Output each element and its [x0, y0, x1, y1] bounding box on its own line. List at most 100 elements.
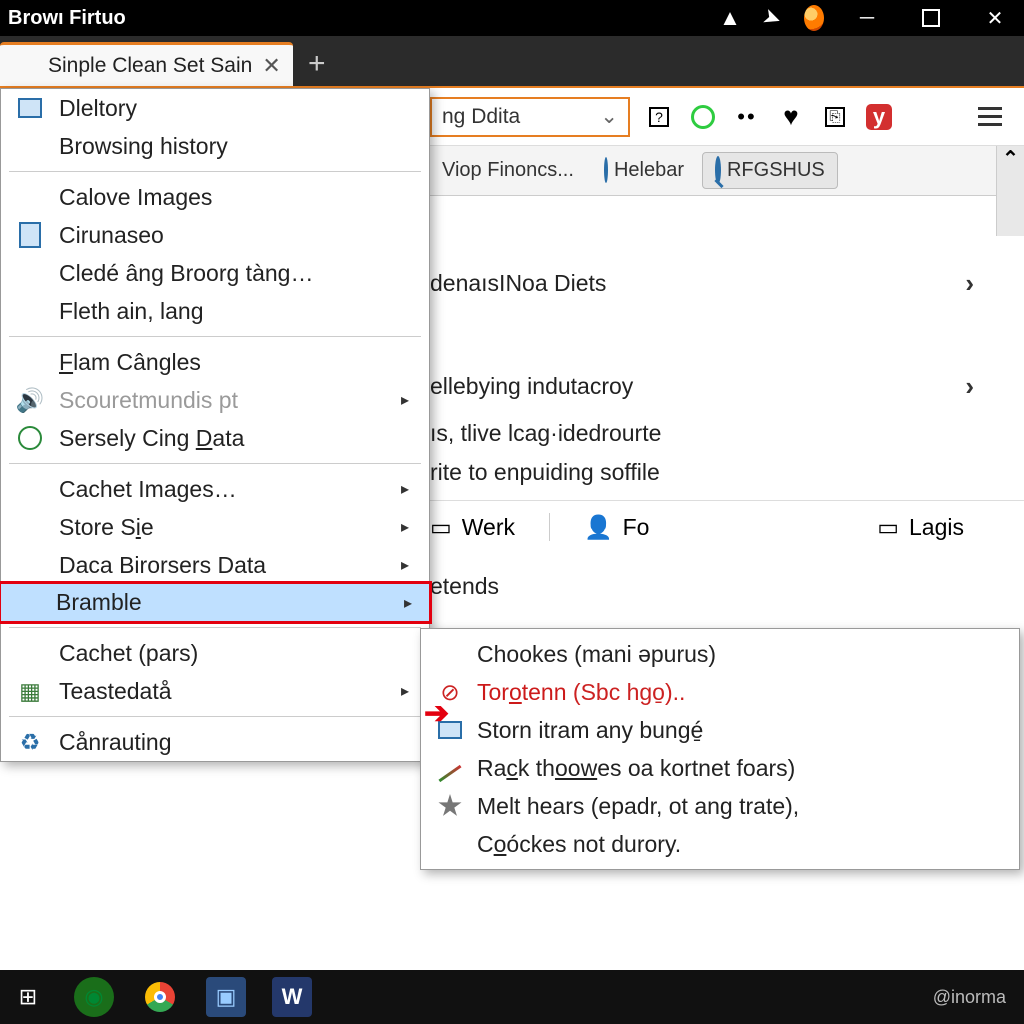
menu-separator [9, 716, 421, 717]
menu-item-browsing-history[interactable]: Browsing history [1, 127, 429, 165]
bookmark-item[interactable]: Helebar [592, 153, 696, 188]
context-menu: Dleltory Browsing history Calove Images … [0, 88, 430, 762]
bookmark-label: RFGSHUS [727, 159, 825, 182]
search-icon [715, 159, 721, 182]
window-title: Browı Firtuo [8, 7, 126, 30]
clipboard-icon[interactable]: ⎘ [820, 102, 850, 132]
send-icon[interactable]: ➤ [759, 5, 785, 31]
submenu-item-chookes[interactable]: Chookes (mani əpurus) [421, 635, 1019, 673]
submenu-item-cookies[interactable]: Coóckes not durory. [421, 825, 1019, 863]
taskbar-app[interactable]: ◉ [74, 977, 114, 1017]
taskbar-chrome[interactable] [140, 977, 180, 1017]
taskbar-app[interactable]: W [272, 977, 312, 1017]
submenu-item-rack[interactable]: Rack thoowes oa kortnet foars) [421, 749, 1019, 787]
dots-icon[interactable]: •• [732, 102, 762, 132]
menu-item-calove-images[interactable]: Calove Images [1, 178, 429, 216]
help-icon[interactable]: ? [644, 102, 674, 132]
address-text: ng Ddita [442, 105, 520, 129]
bookmark-label: Helebar [614, 159, 684, 182]
submenu-arrow-icon: ▸ [401, 555, 409, 575]
window-titlebar: Browı Firtuo ▲ ➤ ─ ✕ [0, 0, 1024, 36]
submenu-arrow-icon: ▸ [401, 517, 409, 537]
globe-icon [604, 159, 608, 182]
refresh-ring-icon[interactable] [688, 102, 718, 132]
address-dropdown[interactable]: ng Ddita ⌄ [430, 97, 630, 137]
pencil-icon [435, 753, 465, 783]
chevron-right-icon: › [965, 371, 974, 402]
menu-item-cirunaseo[interactable]: Cirunaseo [1, 216, 429, 254]
chevron-down-icon: ⌄ [600, 104, 618, 129]
menu-item-daca[interactable]: Daca Birorsers Data▸ [1, 546, 429, 584]
menu-item-bramble[interactable]: Bramble ▸ [0, 581, 432, 624]
menu-item-flam-cangles[interactable]: Flam Cângles [1, 343, 429, 381]
submenu-arrow-icon: ▸ [401, 681, 409, 701]
start-button[interactable]: ⊞ [8, 977, 48, 1017]
menu-separator [9, 463, 421, 464]
speaker-icon: 🔊 [15, 385, 45, 415]
annotation-arrow-icon: ➔ [424, 696, 449, 731]
taskbar-app[interactable]: ▣ [206, 977, 246, 1017]
submenu: Chookes (mani əpurus) ⊘ Torotenn (Sbc hg… [420, 628, 1020, 870]
menu-item-cachet-images[interactable]: Cachet Images…▸ [1, 470, 429, 508]
bookmark-item[interactable]: Viop Finoncs... [430, 153, 586, 188]
chevron-right-icon: › [965, 268, 974, 299]
star-grey-icon [435, 791, 465, 821]
submenu-arrow-icon: ▸ [401, 479, 409, 499]
globe-sync-icon [15, 423, 45, 453]
menu-item-scouretmundis: 🔊 Scouretmundis pt ▸ [1, 381, 429, 419]
bookmark-label: Viop Finoncs... [442, 159, 574, 182]
content-row[interactable]: ellebying indutacroy › [430, 359, 1024, 414]
menu-item-store-sie[interactable]: Store Sie▸ [1, 508, 429, 546]
menu-separator [9, 336, 421, 337]
menu-item-sersely[interactable]: Sersely Cing Data [1, 419, 429, 457]
display-icon [15, 93, 45, 123]
taskbar-tray-text: @inorma [933, 987, 1016, 1008]
content-text: ıs, tlive lcag·idedrourte [430, 414, 1024, 453]
tab-label: Sinple Clean Set Sain [48, 54, 252, 78]
menu-item-cachet-pars[interactable]: Cachet (pars) [1, 634, 429, 672]
tab-close-button[interactable]: ✕ [262, 53, 280, 79]
tool-item[interactable]: ▭Werk [430, 514, 515, 541]
content-text: rite to enpuiding soffile [430, 453, 1024, 492]
submenu-item-storn[interactable]: Storn itram any bungé̱ [421, 711, 1019, 749]
page-content: denaısINoa Diets › ellebying indutacroy … [430, 196, 1024, 606]
content-toolbar: ▭Werk 👤Fo ▭Lagis [430, 500, 1024, 553]
firefox-logo-icon [12, 53, 38, 79]
recycle-icon: ♻ [15, 727, 45, 757]
submenu-item-melt[interactable]: Melt hears (epadr, ot ang trate), [421, 787, 1019, 825]
bookmark-item[interactable]: RFGSHUS [702, 152, 838, 189]
tab-bar: Sinple Clean Set Sain ✕ + [0, 36, 1024, 88]
menu-item-canrauting[interactable]: ♻ Cånrauting [1, 723, 429, 761]
submenu-arrow-icon: ▸ [401, 390, 409, 410]
content-label: denaısINoa Diets [430, 270, 606, 297]
menu-item-teastedata[interactable]: ▦ Teastedatå ▸ [1, 672, 429, 710]
panel-icon: ▭ [430, 514, 452, 541]
heart-icon[interactable]: ♥ [776, 102, 806, 132]
browser-tab[interactable]: Sinple Clean Set Sain ✕ [0, 42, 293, 86]
tool-item[interactable]: ▭Lagis [877, 514, 964, 541]
minimize-button[interactable]: ─ [846, 2, 888, 34]
submenu-item-torotenn[interactable]: ⊘ Torotenn (Sbc hgo̱).. [421, 673, 1019, 711]
content-text: etends [430, 567, 1024, 606]
menu-item-clede[interactable]: Cledé âng Broorg tàng… [1, 254, 429, 292]
up-arrow-icon[interactable]: ▲ [720, 8, 740, 28]
windows-taskbar: ⊞ ◉ ▣ W @inorma [0, 970, 1024, 1024]
submenu-arrow-icon: ▸ [404, 593, 412, 613]
close-button[interactable]: ✕ [974, 2, 1016, 34]
tool-item[interactable]: 👤Fo [584, 514, 649, 541]
content-label: ellebying indutacroy [430, 373, 633, 400]
document-icon [15, 220, 45, 250]
y-box-icon[interactable]: y [864, 102, 894, 132]
content-row[interactable]: denaısINoa Diets › [430, 256, 1024, 311]
panel-icon: ▭ [877, 514, 899, 541]
menu-separator [9, 171, 421, 172]
menu-item-dleltory[interactable]: Dleltory [1, 89, 429, 127]
person-icon: 👤 [584, 514, 613, 541]
menu-item-fleth[interactable]: Fleth ain, lang [1, 292, 429, 330]
grid-icon: ▦ [15, 676, 45, 706]
hamburger-menu-button[interactable] [974, 101, 1006, 133]
new-tab-button[interactable]: + [293, 42, 341, 86]
maximize-button[interactable] [910, 2, 952, 34]
menu-separator [9, 627, 421, 628]
firefox-icon[interactable] [804, 8, 824, 28]
